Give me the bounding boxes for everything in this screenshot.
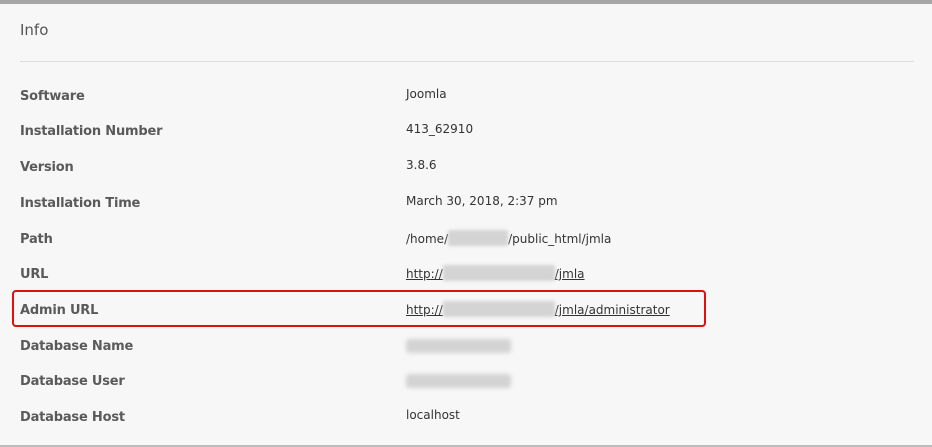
row-label: Path [20, 232, 53, 247]
redacted-domain [442, 301, 555, 317]
panel-title: Info [20, 21, 49, 39]
url-suffix: /jmla [554, 267, 585, 281]
row-label: Software [20, 89, 85, 104]
row-label: Database User [20, 374, 125, 389]
info-row-url: URL http:// /jmla [0, 264, 932, 286]
row-value [406, 337, 511, 356]
row-value: Joomla [406, 87, 447, 101]
row-label: URL [20, 267, 49, 282]
url-prefix: http:// [406, 303, 443, 317]
info-row-installation-number: Installation Number 413_62910 [0, 121, 932, 143]
row-value: 3.8.6 [406, 158, 437, 172]
title-divider [20, 61, 914, 62]
redacted-username [448, 230, 509, 246]
redacted-domain [442, 265, 555, 281]
row-label: Database Name [20, 339, 134, 354]
info-row-database-user: Database User [0, 371, 932, 393]
row-label: Database Host [20, 410, 125, 425]
info-row-database-name: Database Name [0, 336, 932, 358]
redacted-database-name [406, 339, 511, 353]
info-row-admin-url: Admin URL http:// /jmla/administrator [0, 300, 932, 322]
site-url-link[interactable]: http:// /jmla [406, 265, 585, 281]
row-label: Installation Time [20, 196, 141, 211]
info-panel: Info Software Joomla Installation Number… [0, 0, 932, 447]
row-value [406, 372, 511, 391]
row-value: /home/ /public_html/jmla [406, 230, 611, 246]
info-row-installation-time: Installation Time March 30, 2018, 2:37 p… [0, 193, 932, 215]
row-label: Version [20, 160, 74, 175]
row-value: localhost [406, 408, 460, 422]
path-suffix: /public_html/jmla [508, 232, 612, 246]
admin-url-link[interactable]: http:// /jmla/administrator [406, 301, 670, 317]
info-row-path: Path /home/ /public_html/jmla [0, 229, 932, 251]
path-prefix: /home/ [406, 232, 449, 246]
row-label: Installation Number [20, 124, 163, 139]
redacted-database-user [406, 374, 511, 388]
url-suffix: /jmla/administrator [554, 303, 670, 317]
info-row-software: Software Joomla [0, 86, 932, 108]
row-value: March 30, 2018, 2:37 pm [406, 194, 558, 208]
row-value: http:// /jmla/administrator [406, 301, 670, 317]
info-row-version: Version 3.8.6 [0, 157, 932, 179]
row-label: Admin URL [20, 303, 99, 318]
info-row-database-host: Database Host localhost [0, 407, 932, 429]
url-prefix: http:// [406, 267, 443, 281]
row-value: http:// /jmla [406, 265, 585, 281]
row-value: 413_62910 [406, 122, 474, 136]
